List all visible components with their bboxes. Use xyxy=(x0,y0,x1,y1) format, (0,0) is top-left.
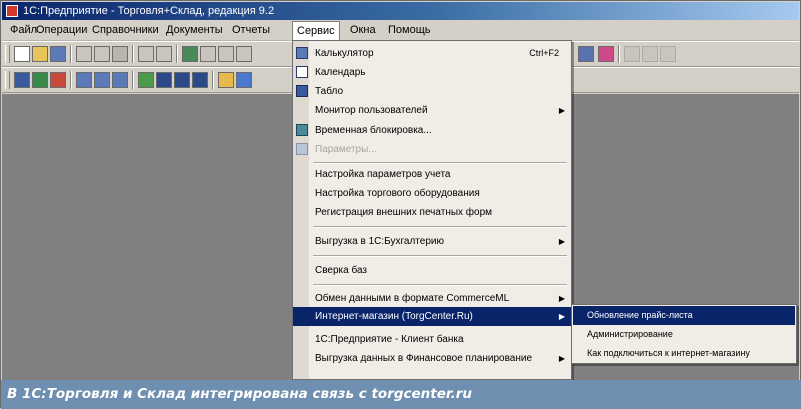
nav-back-icon[interactable] xyxy=(624,46,640,62)
align-right-icon[interactable] xyxy=(236,46,252,62)
shortcut-label: Ctrl+F2 xyxy=(529,48,559,58)
toolbar-separator xyxy=(176,45,178,63)
menu-reports[interactable]: Отчеты xyxy=(228,21,274,40)
menu-item-table[interactable]: Табло xyxy=(293,82,571,101)
menu-operations[interactable]: Операции xyxy=(32,21,91,40)
menu-separator xyxy=(313,255,567,257)
toolbar-separator xyxy=(70,71,72,89)
open-icon[interactable] xyxy=(32,46,48,62)
submenu-arrow-icon: ▶ xyxy=(558,237,565,246)
undo-icon[interactable] xyxy=(138,46,154,62)
internet-shop-submenu: Обновление прайс-листа Администрирование… xyxy=(571,304,797,364)
image-caption: В 1С:Торговля и Склад интегрирована связ… xyxy=(1,380,801,409)
menu-item-external-print-forms[interactable]: Регистрация внешних печатных форм xyxy=(293,203,571,222)
toolbar-separator xyxy=(132,71,134,89)
toolbar-separator xyxy=(212,71,214,89)
paste-icon[interactable] xyxy=(112,46,128,62)
lock-icon xyxy=(296,124,308,136)
menu-item-accounting-settings[interactable]: Настройка параметров учета xyxy=(293,165,571,184)
menu-item-temp-lock[interactable]: Временная блокировка... xyxy=(293,121,571,140)
app-icon xyxy=(6,5,18,17)
filter-icon xyxy=(296,143,308,155)
submenu-item-update-pricelist[interactable]: Обновление прайс-листа xyxy=(573,306,795,325)
align-center-icon[interactable] xyxy=(218,46,234,62)
menu-item-calendar[interactable]: Календарь xyxy=(293,63,571,82)
menu-documents[interactable]: Документы xyxy=(162,21,227,40)
copy-icon[interactable] xyxy=(94,46,110,62)
align-left-icon[interactable] xyxy=(200,46,216,62)
submenu-arrow-icon: ▶ xyxy=(558,294,565,303)
menu-separator xyxy=(313,284,567,286)
menu-separator xyxy=(313,162,567,164)
submenu-item-how-to-connect[interactable]: Как подключиться к интернет-магазину xyxy=(573,344,795,363)
menu-item-parameters: Параметры... xyxy=(293,140,571,159)
submenu-arrow-icon: ▶ xyxy=(558,354,565,363)
print-icon[interactable] xyxy=(174,72,190,88)
menu-references[interactable]: Справочники xyxy=(88,21,163,40)
toolbar-grip[interactable] xyxy=(5,71,10,89)
filter-by-value-icon[interactable] xyxy=(112,72,128,88)
filter-clear-icon[interactable] xyxy=(94,72,110,88)
document-icon[interactable] xyxy=(50,72,66,88)
menu-bar: Файл Операции Справочники Документы Отче… xyxy=(2,21,799,41)
cut-icon[interactable] xyxy=(76,46,92,62)
menu-item-commerceml-exchange[interactable]: Обмен данными в формате CommerceML ▶ xyxy=(293,289,571,308)
tip-icon[interactable] xyxy=(598,46,614,62)
nav-forward-icon[interactable] xyxy=(642,46,658,62)
refresh-icon[interactable] xyxy=(236,72,252,88)
settings-icon[interactable] xyxy=(192,72,208,88)
find-icon[interactable] xyxy=(182,46,198,62)
calculator-icon xyxy=(296,47,308,59)
window-title: 1С:Предприятие - Торговля+Склад, редакци… xyxy=(23,5,275,17)
menu-service[interactable]: Сервис xyxy=(292,21,340,40)
journal-icon[interactable] xyxy=(14,72,30,88)
new-icon[interactable] xyxy=(14,46,30,62)
submenu-arrow-icon: ▶ xyxy=(558,312,565,321)
toolbar-separator xyxy=(70,45,72,63)
toolbar-separator xyxy=(132,45,134,63)
menu-item-export-financial-planning[interactable]: Выгрузка данных в Финансовое планировани… xyxy=(293,349,571,368)
submenu-arrow-icon: ▶ xyxy=(558,106,565,115)
menu-item-equipment-settings[interactable]: Настройка торгового оборудования xyxy=(293,184,571,203)
calendar-icon xyxy=(296,66,308,78)
application-window: 1С:Предприятие - Торговля+Склад, редакци… xyxy=(0,0,801,409)
menu-separator xyxy=(313,226,567,228)
catalog-icon[interactable] xyxy=(32,72,48,88)
tree-icon[interactable] xyxy=(138,72,154,88)
filter-set-icon[interactable] xyxy=(76,72,92,88)
menu-item-user-monitor[interactable]: Монитор пользователей ▶ xyxy=(293,101,571,120)
folder-icon[interactable] xyxy=(218,72,234,88)
service-menu-dropdown: Калькулятор Ctrl+F2 Календарь Табло Мони… xyxy=(292,40,572,380)
menu-item-client-bank[interactable]: 1С:Предприятие - Клиент банка xyxy=(293,330,571,349)
menu-help[interactable]: Помощь xyxy=(384,21,435,40)
toolbar-grip[interactable] xyxy=(5,45,10,63)
save-icon[interactable] xyxy=(50,46,66,62)
report-icon[interactable] xyxy=(156,72,172,88)
title-bar[interactable]: 1С:Предприятие - Торговля+Склад, редакци… xyxy=(2,2,799,20)
menu-windows[interactable]: Окна xyxy=(346,21,380,40)
menu-item-export-accounting[interactable]: Выгрузка в 1С:Бухгалтерию ▶ xyxy=(293,232,571,251)
nav-home-icon[interactable] xyxy=(660,46,676,62)
table-icon xyxy=(296,85,308,97)
redo-icon[interactable] xyxy=(156,46,172,62)
submenu-item-administration[interactable]: Администрирование xyxy=(573,325,795,344)
help-icon[interactable] xyxy=(578,46,594,62)
menu-item-calculator[interactable]: Калькулятор Ctrl+F2 xyxy=(293,44,571,63)
menu-item-compare-bases[interactable]: Сверка баз xyxy=(293,261,571,280)
menu-item-internet-shop[interactable]: Интернет-магазин (TorgCenter.Ru) ▶ xyxy=(293,307,571,326)
toolbar-separator xyxy=(618,45,620,63)
